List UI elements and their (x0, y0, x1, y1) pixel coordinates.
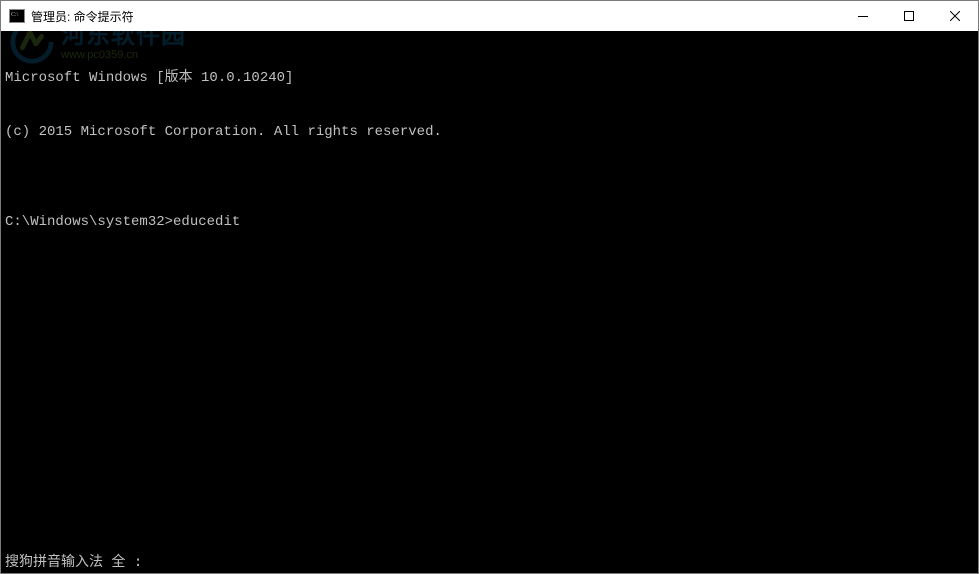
window-title: 管理员: 命令提示符 (31, 8, 134, 25)
window-controls (840, 1, 978, 31)
command-input-text: educedit (173, 214, 240, 230)
maximize-button[interactable] (886, 1, 932, 31)
terminal-line: Microsoft Windows [版本 10.0.10240] (5, 69, 974, 87)
close-button[interactable] (932, 1, 978, 31)
minimize-button[interactable] (840, 1, 886, 31)
command-prompt-window: C:\ 管理员: 命令提示符 Microsoft Windows [版本 10.… (0, 0, 979, 574)
prompt-text: C:\Windows\system32> (5, 214, 173, 230)
ime-status: 搜狗拼音输入法 全 : (5, 553, 142, 571)
svg-text:C:\: C:\ (11, 12, 19, 18)
terminal-line: (c) 2015 Microsoft Corporation. All righ… (5, 123, 974, 141)
prompt-line: C:\Windows\system32>educedit (5, 213, 974, 231)
terminal-area[interactable]: Microsoft Windows [版本 10.0.10240] (c) 20… (1, 31, 978, 573)
cmd-icon: C:\ (9, 8, 25, 24)
titlebar[interactable]: C:\ 管理员: 命令提示符 (1, 1, 978, 31)
